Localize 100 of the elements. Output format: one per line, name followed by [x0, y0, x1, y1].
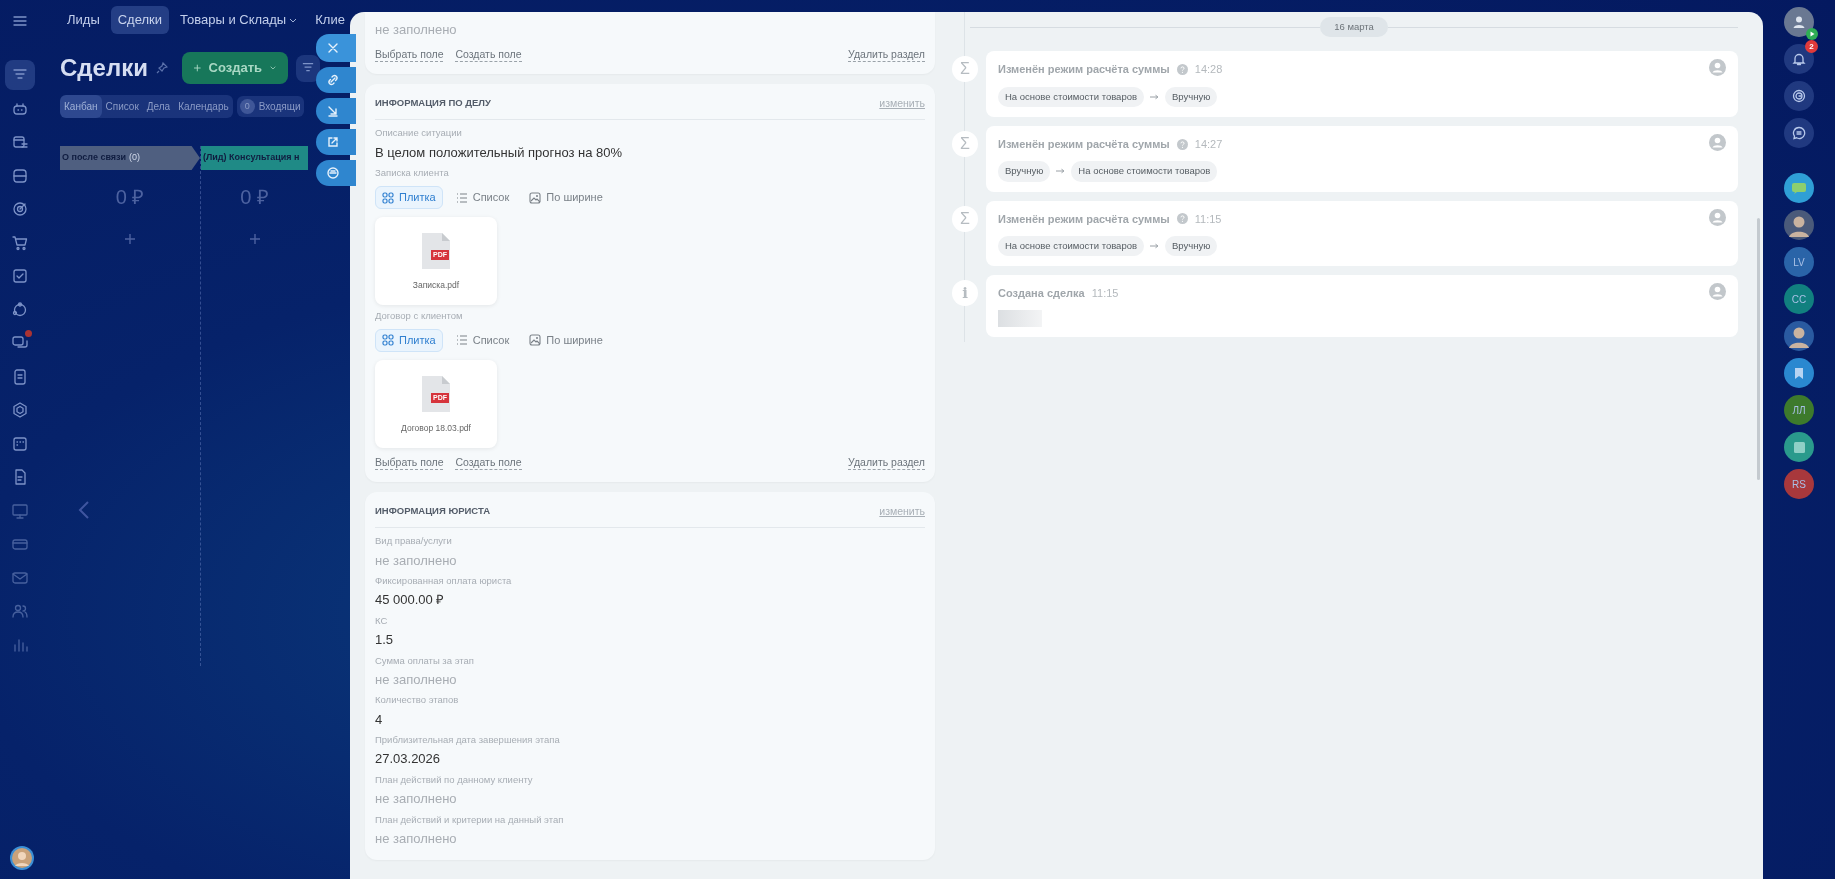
grid-icon	[382, 334, 394, 347]
field-action-link[interactable]: Выбрать поле	[375, 47, 444, 62]
delete-section-link[interactable]: Удалить раздел	[848, 47, 925, 62]
move-button[interactable]	[316, 98, 356, 124]
field-action-link[interactable]: Выбрать поле	[375, 455, 444, 470]
event-time: 14:27	[1194, 136, 1223, 152]
link-button[interactable]	[316, 67, 356, 93]
sum-icon: Σ	[952, 130, 978, 157]
field-label: План действий по данному клиенту	[375, 772, 534, 787]
section-title: ИНФОРМАЦИЯ ПО ДЕЛУ	[375, 96, 491, 111]
rail-button[interactable]	[1784, 118, 1814, 148]
create-button[interactable]: Создать	[181, 52, 288, 84]
view-mode-button[interactable]: Плитка	[375, 186, 443, 209]
event-title: Изменён режим расчёта суммы	[998, 136, 1170, 152]
add-icon[interactable]	[125, 234, 135, 244]
page-title: Сделки	[60, 53, 148, 83]
delete-section-link[interactable]: Удалить раздел	[848, 455, 925, 470]
nav-tab[interactable]: Клие	[308, 6, 352, 34]
field-label: Договор с клиентом	[375, 308, 464, 323]
arrow-icon	[1150, 243, 1160, 250]
field-value: 1.5	[375, 631, 395, 649]
calendar-icon	[11, 434, 29, 453]
field-value: не заполнено	[375, 551, 458, 570]
value-tag: На основе стоимости товаров	[998, 86, 1145, 107]
message-icon	[1791, 182, 1807, 194]
user-icon	[1709, 208, 1726, 226]
open-button[interactable]	[316, 129, 356, 155]
date-label: 16 марта	[1320, 16, 1388, 38]
list-icon	[455, 334, 468, 347]
event-time: 11:15	[1194, 211, 1222, 227]
rail-button[interactable]	[1784, 173, 1814, 203]
nav-tab[interactable]: Лиды	[60, 6, 107, 34]
view-mode-button[interactable]: Плитка	[375, 329, 443, 352]
field-action-link[interactable]: Создать поле	[455, 455, 522, 470]
rail-button[interactable]	[1784, 210, 1814, 240]
view-tab[interactable]: Дела	[142, 95, 175, 118]
field-action-link[interactable]: Создать поле	[455, 47, 522, 62]
file-name: Записка.pdf	[412, 278, 460, 292]
spiral-icon	[1792, 89, 1806, 103]
rail-button[interactable]	[1784, 81, 1814, 111]
stage-total: 0 ₽	[115, 185, 145, 210]
chat-icon	[1792, 126, 1806, 140]
event-time: 11:15	[1091, 286, 1119, 302]
view-mode-button[interactable]: Список	[448, 329, 517, 352]
view-mode-button[interactable]: По ширине	[522, 186, 610, 209]
cart-icon	[11, 233, 29, 252]
close-button[interactable]	[316, 34, 356, 62]
value-tag: На основе стоимости товаров	[1071, 161, 1218, 182]
sidebar-item[interactable]	[5, 60, 35, 90]
plus-icon	[193, 63, 201, 73]
target-icon	[11, 200, 29, 218]
scrollbar[interactable]	[1757, 218, 1760, 480]
arrow-icon	[1056, 168, 1066, 175]
rail-button[interactable]	[1784, 432, 1814, 462]
incoming-button[interactable]: 0 Входящи	[236, 96, 304, 117]
sum-icon: Σ	[952, 56, 978, 82]
field-value: не заполнено	[375, 21, 458, 39]
event-title: Создана сделка	[998, 286, 1085, 302]
view-mode-button[interactable]: По ширине	[522, 329, 610, 352]
field-value: 45 000.00 ₽	[375, 591, 446, 610]
rail-button[interactable]	[1784, 358, 1814, 388]
file-name: Договор 18.03.pdf	[401, 421, 471, 435]
field-label: Приблизительная дата завершения этапа	[375, 733, 561, 747]
field-label: План действий и критерии на данный этап	[375, 812, 565, 827]
view-tab[interactable]: Список	[101, 95, 143, 118]
value-tag: Вручную	[998, 161, 1051, 182]
hexagon-icon	[11, 401, 29, 419]
filter-button[interactable]	[295, 54, 320, 82]
field-value: 27.03.2026	[375, 750, 442, 769]
close-icon	[326, 41, 340, 55]
people-icon	[11, 602, 29, 620]
field-label: Количество этапов	[375, 693, 460, 708]
bookmark-icon	[1794, 366, 1804, 380]
field-label: Сумма оплаты за этап	[375, 653, 475, 668]
rail-button[interactable]	[1784, 321, 1814, 351]
user-avatar[interactable]: CC	[1784, 284, 1814, 314]
sum-icon: Σ	[952, 205, 978, 232]
user-avatar[interactable]: RS	[1784, 469, 1814, 499]
funnel-icon	[301, 62, 314, 74]
arrow-icon	[1150, 93, 1160, 100]
field-value: не заполнено	[375, 790, 458, 808]
field-label: Описание ситуации	[375, 126, 463, 141]
view-mode-button[interactable]: Список	[448, 186, 517, 209]
user-avatar[interactable]: LV	[1784, 247, 1814, 277]
view-tab[interactable]: Канбан	[60, 95, 102, 118]
field-label: Вид права/услуги	[375, 534, 453, 549]
add-icon[interactable]	[249, 234, 260, 244]
link-icon	[326, 73, 340, 87]
stage-header[interactable]: (Лид) Консультация н	[201, 146, 308, 170]
user-icon	[1709, 283, 1726, 301]
print-button[interactable]	[316, 160, 356, 186]
inbox-icon	[11, 166, 29, 185]
bell-icon	[1792, 52, 1806, 66]
nav-tab[interactable]: Сделки	[110, 6, 170, 34]
value-tag: Вручную	[1165, 86, 1218, 107]
nav-tab[interactable]: Товары и Склады	[173, 6, 305, 34]
caret-icon	[289, 17, 298, 24]
view-tab[interactable]: Календарь	[174, 95, 233, 118]
user-avatar[interactable]: ЛЛ	[1784, 395, 1814, 425]
stage-header[interactable]: О после связи (0)	[60, 146, 200, 170]
